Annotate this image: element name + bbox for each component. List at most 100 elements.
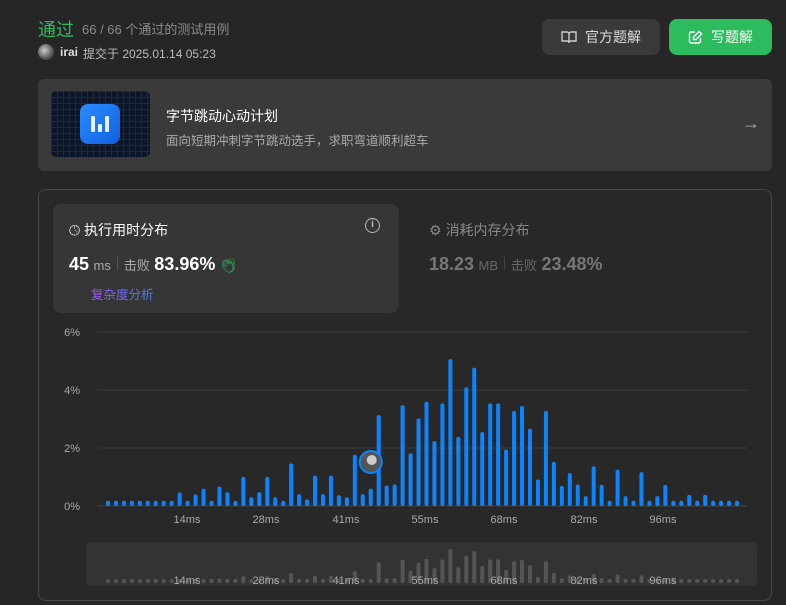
bar	[655, 496, 660, 506]
minimap-bar	[559, 578, 564, 583]
x-tick-label: 41ms	[333, 514, 360, 526]
x-tick-label: 82ms	[571, 514, 598, 526]
bar	[607, 500, 612, 506]
minimap-bar	[129, 579, 134, 583]
bar	[496, 403, 501, 506]
bar	[583, 496, 588, 506]
bar	[679, 500, 684, 506]
bar	[432, 441, 437, 506]
minimap-bar	[320, 579, 325, 583]
bar	[559, 485, 564, 506]
minimap-bar	[161, 579, 166, 583]
minimap-tick-label: 28ms	[253, 575, 280, 587]
bar	[209, 500, 214, 506]
bar	[336, 495, 341, 506]
minimap-bar	[711, 579, 716, 583]
bar	[305, 499, 310, 506]
minimap-tick-label: 82ms	[571, 575, 598, 587]
minimap-tick-label: 96ms	[650, 575, 677, 587]
bar	[448, 358, 453, 506]
x-tick-label: 68ms	[491, 514, 518, 526]
bar	[145, 500, 150, 506]
bar	[241, 476, 246, 506]
minimap-bar	[623, 579, 628, 583]
minimap-bar	[527, 565, 532, 583]
minimap-bar	[464, 555, 469, 583]
minimap-bar	[631, 579, 636, 583]
bar	[567, 472, 572, 506]
user-avatar-marker-face	[366, 455, 377, 465]
bar	[320, 494, 325, 506]
bar	[663, 484, 668, 506]
minimap-tick-label: 14ms	[174, 575, 201, 587]
minimap-tick-label: 68ms	[491, 575, 518, 587]
minimap-bar	[145, 579, 150, 583]
bar	[488, 403, 493, 506]
bar	[440, 403, 445, 506]
bar	[352, 454, 357, 506]
bar	[416, 418, 421, 506]
bar	[647, 500, 652, 506]
minimap-bar	[360, 579, 365, 583]
minimap-bar	[727, 579, 732, 583]
bar	[615, 469, 620, 506]
bar	[424, 401, 429, 506]
bar	[344, 497, 349, 506]
bar	[225, 492, 230, 506]
x-tick-label: 28ms	[253, 514, 280, 526]
minimap-bar	[153, 579, 158, 583]
minimap-bar	[225, 579, 230, 583]
minimap-bar	[615, 574, 620, 583]
minimap-bar	[313, 576, 318, 583]
bar	[464, 387, 469, 506]
bar	[695, 500, 700, 506]
minimap-bar	[241, 576, 246, 583]
minimap-bar	[695, 579, 700, 583]
bar	[400, 405, 405, 506]
bar	[719, 500, 724, 506]
minimap-bar	[472, 551, 477, 583]
bar	[328, 475, 333, 506]
bar	[360, 494, 365, 506]
bar	[727, 500, 732, 506]
bar	[289, 463, 294, 506]
bar	[233, 500, 238, 506]
bar	[169, 500, 174, 506]
bar	[639, 472, 644, 506]
bar	[193, 494, 198, 506]
bar	[527, 428, 532, 506]
minimap-bar	[448, 549, 453, 583]
bar	[520, 405, 525, 506]
runtime-distribution-chart[interactable]: 0% 2% 4% 6% 14ms 14ms 28ms 28ms 41ms 41ms 55ms 55ms…	[0, 0, 786, 605]
minimap-bar	[106, 579, 110, 583]
minimap-bar	[376, 562, 381, 583]
minimap-bar	[520, 560, 525, 583]
bar	[113, 500, 118, 506]
minimap-bar	[209, 579, 214, 583]
minimap-bar	[440, 559, 445, 583]
x-tick-label: 96ms	[650, 514, 677, 526]
bar	[257, 492, 262, 506]
bar	[217, 486, 222, 506]
minimap-bar	[289, 573, 294, 583]
minimap-bar	[281, 579, 286, 583]
bar	[153, 500, 158, 506]
minimap-bar	[735, 579, 739, 583]
bar	[543, 410, 548, 506]
bar	[313, 475, 318, 506]
minimap-bar	[305, 579, 310, 583]
bar	[121, 500, 126, 506]
minimap-bar	[137, 579, 142, 583]
bar	[185, 500, 190, 506]
bar	[177, 492, 182, 506]
minimap-bar	[368, 579, 373, 583]
bar	[456, 436, 461, 506]
minimap-bar	[480, 566, 485, 583]
minimap-tick-label: 55ms	[412, 575, 439, 587]
minimap-bar	[607, 579, 612, 583]
bar	[504, 449, 509, 506]
bar	[735, 500, 739, 506]
y-tick-label: 6%	[64, 327, 80, 339]
bar	[129, 500, 134, 506]
bar	[480, 432, 485, 506]
